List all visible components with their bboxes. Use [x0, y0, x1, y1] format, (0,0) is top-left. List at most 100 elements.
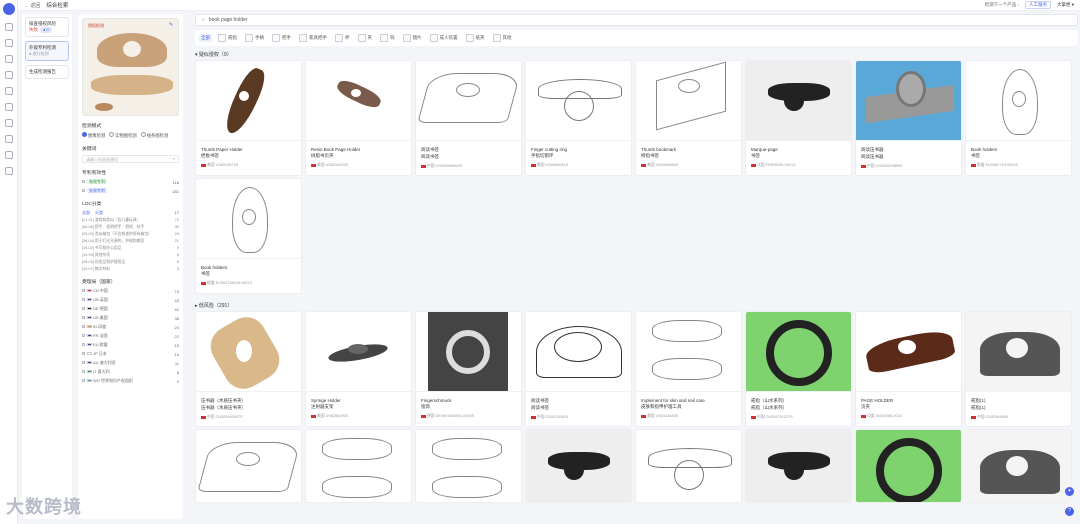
- gear-icon[interactable]: [5, 119, 13, 127]
- result-card[interactable]: 阅读压书器 阅读压书器 中国 CN305529899S: [855, 60, 962, 176]
- result-card[interactable]: 阅读书签 阅读书签 中国 CN3011060S: [525, 311, 632, 427]
- result-thumbnail[interactable]: [306, 312, 411, 392]
- locarno-row[interactable]: [19-07] 教学材料 5: [82, 267, 179, 272]
- result-thumbnail[interactable]: [196, 430, 301, 502]
- result-title[interactable]: Thumb bookmark: [641, 147, 736, 152]
- country-row[interactable]: US 美国 38: [82, 315, 179, 321]
- result-thumbnail[interactable]: [306, 430, 411, 502]
- grid-icon[interactable]: [5, 39, 13, 47]
- result-card[interactable]: Syringe Holder 注射器支架 美国 US6286490S: [305, 311, 412, 427]
- result-thumbnail[interactable]: [526, 430, 631, 502]
- result-title[interactable]: Syringe Holder: [311, 398, 406, 403]
- group-header-infringe[interactable]: ▾ 疑似侵权（9）: [195, 51, 1078, 58]
- result-thumbnail[interactable]: [526, 312, 631, 392]
- result-card[interactable]: PAGE HOLDER 页夹 印度 IN331966-0015: [855, 311, 962, 427]
- country-row[interactable]: DE 德国 42: [82, 306, 179, 312]
- result-thumbnail[interactable]: [636, 312, 741, 392]
- keyword-input[interactable]: 请输入检测关键词 ⌕: [82, 155, 179, 163]
- search-icon[interactable]: ⌕: [173, 156, 175, 161]
- search-bar[interactable]: ⌕ book page holder: [195, 14, 1078, 26]
- locarno-row[interactable]: [26-04] 用于灯光光源的，护理和美容 21: [82, 239, 179, 244]
- user-icon[interactable]: [5, 135, 13, 143]
- locarno-row[interactable]: [28-03] 化妆品和护理用品 6: [82, 260, 179, 265]
- result-thumbnail[interactable]: [416, 430, 521, 502]
- locarno-row[interactable]: [19-99] 其他杂项 8: [82, 253, 179, 258]
- category-chip[interactable]: 夹: [356, 33, 375, 43]
- result-title[interactable]: Implement for skin and nail care: [641, 398, 736, 403]
- result-thumbnail[interactable]: [856, 430, 961, 502]
- result-card[interactable]: Thumb bookmark 拇指书签 美国 US0590886S: [635, 60, 742, 176]
- country-row[interactable]: AU 澳大利亚 11: [82, 360, 179, 366]
- result-title[interactable]: 戒指（山水系列）: [751, 398, 846, 404]
- result-card[interactable]: [855, 429, 962, 503]
- patent-valid-row[interactable]: 有效专利 118: [82, 179, 179, 185]
- result-card[interactable]: 阅读书签 阅读书签 中国 CN305958924S: [415, 60, 522, 176]
- result-thumbnail[interactable]: [966, 312, 1071, 392]
- result-title[interactable]: 戒指(1): [971, 398, 1066, 404]
- result-card[interactable]: [305, 429, 412, 503]
- result-thumbnail[interactable]: [856, 61, 961, 141]
- mode-option[interactable]: 线条图检测: [141, 132, 168, 139]
- result-thumbnail[interactable]: [526, 61, 631, 141]
- locarno-row[interactable]: [03-03] 类似箱包（不含前述的所有箱包） 24: [82, 232, 179, 237]
- user-menu[interactable]: 大掌柜 ▾: [1057, 2, 1074, 8]
- home-icon[interactable]: [5, 23, 13, 31]
- chat-fab-icon[interactable]: ✦: [1065, 487, 1074, 496]
- help-fab-icon[interactable]: ?: [1065, 507, 1074, 516]
- next-product-link[interactable]: 检测下一个产品 ›: [985, 2, 1019, 8]
- result-card[interactable]: Finger cutting ring 手指切割环 美国 US0068981S: [525, 60, 632, 176]
- result-card[interactable]: 戒指(1) 戒指(1) 中国 CN30546905: [965, 311, 1072, 427]
- service-button[interactable]: 人工服务: [1024, 1, 1051, 9]
- result-card[interactable]: [195, 429, 302, 503]
- task-design-patent[interactable]: 外观专利检测 ● 进行检测: [25, 41, 69, 61]
- result-thumbnail[interactable]: [966, 430, 1071, 502]
- result-title[interactable]: Thumb Paper Holder: [201, 147, 296, 152]
- result-title[interactable]: 阅读书签: [531, 398, 626, 404]
- result-card[interactable]: 压书器（木质压书夹） 压书器（木质压书夹） 中国 CN305962937S: [195, 311, 302, 427]
- result-title[interactable]: Book holders: [201, 265, 296, 270]
- category-chip[interactable]: 手柄: [243, 33, 266, 43]
- mode-option[interactable]: 图像检测: [82, 132, 105, 139]
- category-chip[interactable]: 家具把手: [297, 33, 329, 43]
- result-thumbnail[interactable]: [306, 61, 411, 141]
- country-row[interactable]: CN 中国 73: [82, 288, 179, 294]
- task-report[interactable]: 生成检测报告: [25, 65, 69, 79]
- result-thumbnail[interactable]: [416, 312, 521, 392]
- result-title[interactable]: Book holders: [971, 147, 1066, 152]
- result-thumbnail[interactable]: [746, 430, 851, 502]
- result-card[interactable]: Thumb Paper Holder 捏板书签 美国 US6519872S: [195, 60, 302, 176]
- mode-option[interactable]: 实物图检测: [109, 132, 136, 139]
- result-thumbnail[interactable]: [966, 61, 1071, 141]
- app-logo-icon[interactable]: [3, 3, 15, 15]
- country-row[interactable]: IT 意大利 8: [82, 369, 179, 375]
- back-link[interactable]: ← 返回: [24, 2, 40, 9]
- result-card[interactable]: Book holders 书签 欧盟 EU9082718-0001S: [965, 60, 1072, 176]
- locarno-tab[interactable]: 分类: [95, 210, 103, 216]
- bell-icon[interactable]: [5, 151, 13, 159]
- result-thumbnail[interactable]: [746, 61, 851, 141]
- result-card[interactable]: Book holders 书签 欧盟 EU002738039-0001S: [195, 178, 302, 294]
- category-chip[interactable]: 全部: [199, 34, 212, 42]
- locarno-row[interactable]: [19-02] 书写和办公用品 9: [82, 246, 179, 251]
- country-row[interactable]: WO 世界知识产权组织 2: [82, 378, 179, 384]
- result-thumbnail[interactable]: [746, 312, 851, 392]
- result-card[interactable]: Fingerschmuck 指饰 德国 DE4901660001-0006S: [415, 311, 522, 427]
- result-card[interactable]: Implement for skin and nail care 皮肤和指甲护理工…: [635, 311, 742, 427]
- shield-icon[interactable]: [5, 103, 13, 111]
- result-thumbnail[interactable]: [636, 61, 741, 141]
- group-header-lowrisk[interactable]: ▸ 低风险（291）: [195, 302, 1078, 309]
- country-row[interactable]: EU 欧盟 15: [82, 342, 179, 348]
- result-title[interactable]: Fingerschmuck: [421, 398, 516, 403]
- category-chip[interactable]: 镜片: [401, 33, 424, 43]
- result-title[interactable]: 阅读压书器: [861, 147, 956, 153]
- result-card[interactable]: 戒指（山水系列） 戒指（山水系列） 中国 CN305791227S: [745, 311, 852, 427]
- help-icon[interactable]: [5, 167, 13, 175]
- query-image[interactable]: 侵权检测 ✎: [82, 18, 179, 116]
- category-chip[interactable]: 钩: [378, 33, 397, 43]
- patent-invalid-row[interactable]: 失效专利 181: [82, 188, 179, 194]
- edit-icon[interactable]: ✎: [169, 22, 175, 28]
- result-title[interactable]: Finger cutting ring: [531, 147, 626, 152]
- locarno-row[interactable]: [08-06] 把手、捏柄把手、把柄、扶手 35: [82, 225, 179, 230]
- result-title[interactable]: PAGE HOLDER: [861, 398, 956, 403]
- result-card[interactable]: [745, 429, 852, 503]
